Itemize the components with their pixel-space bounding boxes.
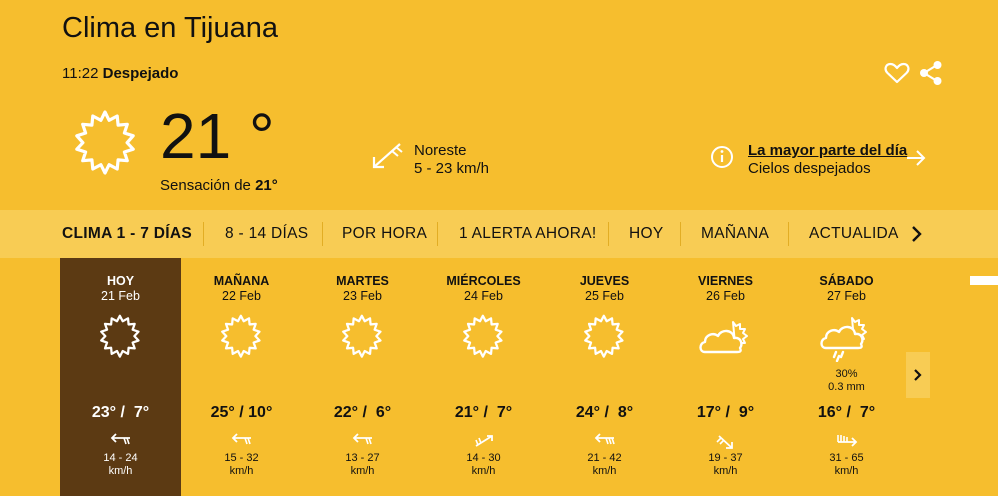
sun-icon (100, 314, 140, 358)
daily-forecast: HOY 21 Feb 23° / 7° 14 - 24 km/h MAÑANA … (60, 258, 910, 496)
tab-hourly[interactable]: POR HORA (342, 225, 427, 243)
heart-icon[interactable] (884, 62, 910, 84)
wind-arrow-icon (837, 435, 858, 447)
day-card[interactable]: SÁBADO 27 Feb 30% 0.3 mm 16° / 7° 31 - 6… (786, 258, 907, 496)
tab-divider (203, 222, 204, 246)
forecast-tabs: CLIMA 1 - 7 DÍAS 8 - 14 DÍAS POR HORA 1 … (0, 210, 998, 258)
chevron-right-icon (914, 369, 922, 381)
precip-probability: 30% (835, 368, 858, 380)
tab-news[interactable]: ACTUALIDAD (809, 225, 899, 243)
day-temperatures: 22° / 6° (333, 404, 392, 421)
wind-unit: km/h (108, 465, 133, 477)
sun-icon (463, 314, 503, 358)
wind-arrow-icon (716, 435, 733, 449)
day-name: MIÉRCOLES (446, 274, 521, 288)
wind-arrow-icon (352, 433, 372, 445)
current-time: 11:22 (62, 65, 99, 82)
tab-14-days[interactable]: 8 - 14 DÍAS (225, 225, 308, 243)
day-card[interactable]: MIÉRCOLES 24 Feb 21° / 7° 14 - 30 km/h (423, 258, 544, 496)
day-card[interactable]: JUEVES 25 Feb 24° / 8° 21 - 42 km/h (544, 258, 665, 496)
sun-icon (584, 314, 624, 358)
tab-divider (437, 222, 438, 246)
wind-unit: km/h (350, 465, 375, 477)
day-temperatures: 23° / 7° (91, 404, 150, 421)
wind-unit: km/h (229, 465, 254, 477)
summary-text: Cielos despejados (748, 160, 871, 177)
wind-speed: 31 - 65 (829, 452, 864, 464)
day-name: VIERNES (698, 274, 753, 288)
day-card[interactable]: MAÑANA 22 Feb 25° / 10° 15 - 32 km/h (181, 258, 302, 496)
feels-like-value: 21° (255, 177, 278, 194)
wind-arrow-icon (475, 435, 493, 447)
wind-arrow-icon (110, 433, 130, 445)
wind-speed: 14 - 24 (103, 452, 138, 464)
partly-cloudy-icon (699, 321, 748, 354)
wind-unit: km/h (592, 465, 617, 477)
current-condition: Despejado (102, 65, 179, 82)
day-date: 23 Feb (343, 289, 382, 303)
day-date: 22 Feb (222, 289, 261, 303)
tab-alert[interactable]: 1 ALERTA AHORA! (459, 225, 596, 243)
day-name: MAÑANA (213, 274, 270, 288)
wind-direction: Noreste (414, 142, 467, 159)
wind-speed: 13 - 27 (345, 452, 380, 464)
day-name: SÁBADO (819, 274, 874, 288)
wind-speed: 15 - 32 (224, 452, 259, 464)
share-icon[interactable] (918, 60, 944, 86)
current-time-condition: 11:22 Despejado (62, 65, 178, 82)
summary-link[interactable]: La mayor parte del día (748, 142, 907, 160)
wind-arrow-icon (594, 433, 615, 445)
tab-divider (788, 222, 789, 246)
tab-divider (322, 222, 323, 246)
page-title: Clima en Tijuana (62, 12, 278, 44)
day-temperatures: 21° / 7° (454, 404, 513, 421)
scroll-indicator (970, 276, 998, 285)
arrow-right-icon[interactable] (906, 149, 926, 167)
day-temperatures: 25° / 10° (210, 404, 273, 421)
day-date: 21 Feb (101, 289, 140, 303)
day-card[interactable]: VIERNES 26 Feb 17° / 9° 19 - 37 km/h (665, 258, 786, 496)
chevron-right-icon[interactable] (907, 222, 927, 246)
wind-unit: km/h (713, 465, 738, 477)
tab-tomorrow[interactable]: MAÑANA (701, 225, 769, 243)
info-icon (711, 146, 733, 168)
day-temperatures: 16° / 7° (817, 404, 876, 421)
day-temperatures: 24° / 8° (575, 404, 634, 421)
day-temperatures: 17° / 9° (696, 404, 755, 421)
day-date: 24 Feb (464, 289, 503, 303)
day-date: 25 Feb (585, 289, 624, 303)
tab-7-days[interactable]: CLIMA 1 - 7 DÍAS (62, 225, 192, 243)
day-date: 27 Feb (827, 289, 866, 303)
tab-today[interactable]: HOY (629, 225, 664, 243)
sun-icon (342, 314, 382, 358)
wind-speed: 5 - 23 km/h (414, 160, 490, 177)
weather-panel: Clima en Tijuana 11:22 Despejado 21 ° Se… (0, 0, 998, 496)
precip-amount: 0.3 mm (828, 381, 865, 393)
day-date: 26 Feb (706, 289, 745, 303)
next-days-button[interactable] (906, 352, 930, 398)
feels-like: Sensación de 21° (160, 177, 278, 194)
day-name: JUEVES (579, 274, 630, 288)
day-name: HOY (106, 274, 135, 288)
day-card[interactable]: HOY 21 Feb 23° / 7° 14 - 24 km/h (60, 258, 181, 496)
wind-speed: 19 - 37 (708, 452, 743, 464)
current-temperature: 21 ° (160, 100, 275, 172)
sun-icon (75, 110, 135, 175)
wind-speed: 14 - 30 (466, 452, 501, 464)
wind-arrow-icon (231, 433, 251, 445)
tab-divider (608, 222, 609, 246)
day-summary[interactable]: La mayor parte del día Cielos despejados (710, 142, 926, 177)
rain-cloud-icon (820, 317, 867, 362)
wind-unit: km/h (471, 465, 496, 477)
day-name: MARTES (336, 274, 389, 288)
day-card[interactable]: MARTES 23 Feb 22° / 6° 13 - 27 km/h (302, 258, 423, 496)
wind-unit: km/h (834, 465, 859, 477)
wind-direction-icon (372, 143, 403, 169)
tab-divider (680, 222, 681, 246)
current-wind: Noreste 5 - 23 km/h (370, 140, 489, 177)
wind-speed: 21 - 42 (587, 452, 622, 464)
sun-icon (221, 314, 261, 358)
feels-like-label: Sensación de (160, 177, 251, 194)
